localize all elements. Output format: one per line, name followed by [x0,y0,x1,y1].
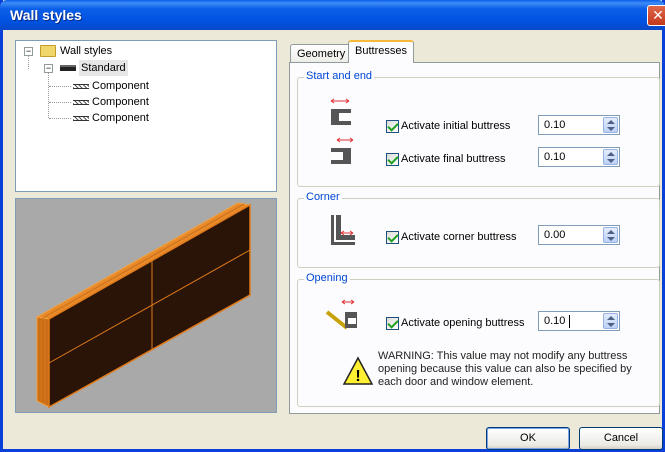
group-corner: Corner Activate corner buttress 0.00 [297,191,660,268]
wall-style-icon [60,60,76,76]
spinner-arrows-icon[interactable] [603,149,618,165]
initial-buttress-spinner[interactable]: 0.10 [538,115,620,135]
corner-buttress-icon [331,215,355,245]
corner-buttress-spinner[interactable]: 0.00 [538,225,620,245]
svg-text:!: ! [355,368,360,385]
final-buttress-checkbox[interactable] [386,153,399,166]
warning-icon: ! [342,356,374,385]
group-title: Start and end [304,70,375,82]
style-tree[interactable]: − Wall styles − Standard Component Compo… [15,40,277,192]
tree-item-label: Standard [79,60,128,76]
tree-line [49,86,71,87]
opening-buttress-value[interactable]: 0.10 [544,315,565,327]
component-icon [73,110,89,126]
final-buttress-spinner[interactable]: 0.10 [538,147,620,167]
initial-buttress-checkbox[interactable] [386,120,399,133]
tree-item-label: Wall styles [60,45,113,57]
tree-item-label: Component [92,112,149,124]
ok-button[interactable]: OK [486,427,570,450]
wall-3d-model [35,202,252,409]
component-icon [73,94,89,110]
tree-item-label: Component [92,80,149,92]
wall-preview[interactable] [15,198,277,413]
group-start-end: Start and end Activate initial buttress … [297,70,660,187]
corner-buttress-label: Activate corner buttress [401,231,517,243]
initial-buttress-value[interactable]: 0.10 [544,119,565,131]
folder-icon [40,43,56,59]
final-buttress-label: Activate final buttress [401,153,506,165]
title-bar[interactable]: Wall styles ✕ [0,0,665,30]
cancel-button[interactable]: Cancel [579,427,663,450]
collapse-icon[interactable]: − [24,47,33,56]
corner-buttress-value[interactable]: 0.00 [544,229,565,241]
corner-buttress-checkbox[interactable] [386,231,399,244]
collapse-icon[interactable]: − [44,64,53,73]
tree-line [49,118,71,119]
spinner-arrows-icon[interactable] [603,313,618,329]
tab-geometry[interactable]: Geometry [290,44,353,64]
final-buttress-value[interactable]: 0.10 [544,151,565,163]
window-title: Wall styles [10,7,82,23]
component-icon [73,78,89,94]
tree-item-label: Component [92,96,149,108]
close-button[interactable]: ✕ [647,5,665,26]
initial-buttress-icon [330,98,351,125]
spinner-arrows-icon[interactable] [603,117,618,133]
tree-line [48,73,49,118]
initial-buttress-label: Activate initial buttress [401,120,511,132]
group-title: Corner [304,191,342,203]
opening-buttress-checkbox[interactable] [386,317,399,330]
tree-line [28,55,29,69]
opening-buttress-spinner[interactable]: 0.10 [538,311,620,331]
final-buttress-icon [331,137,353,164]
text-cursor [569,315,570,328]
tree-line [49,102,71,103]
opening-buttress-label: Activate opening buttress [401,317,525,329]
tab-buttresses[interactable]: Buttresses [348,40,414,63]
opening-buttress-icon [325,299,357,330]
group-title: Opening [304,272,350,284]
spinner-arrows-icon[interactable] [603,227,618,243]
warning-text: WARNING: This value may not modify any b… [378,350,632,388]
